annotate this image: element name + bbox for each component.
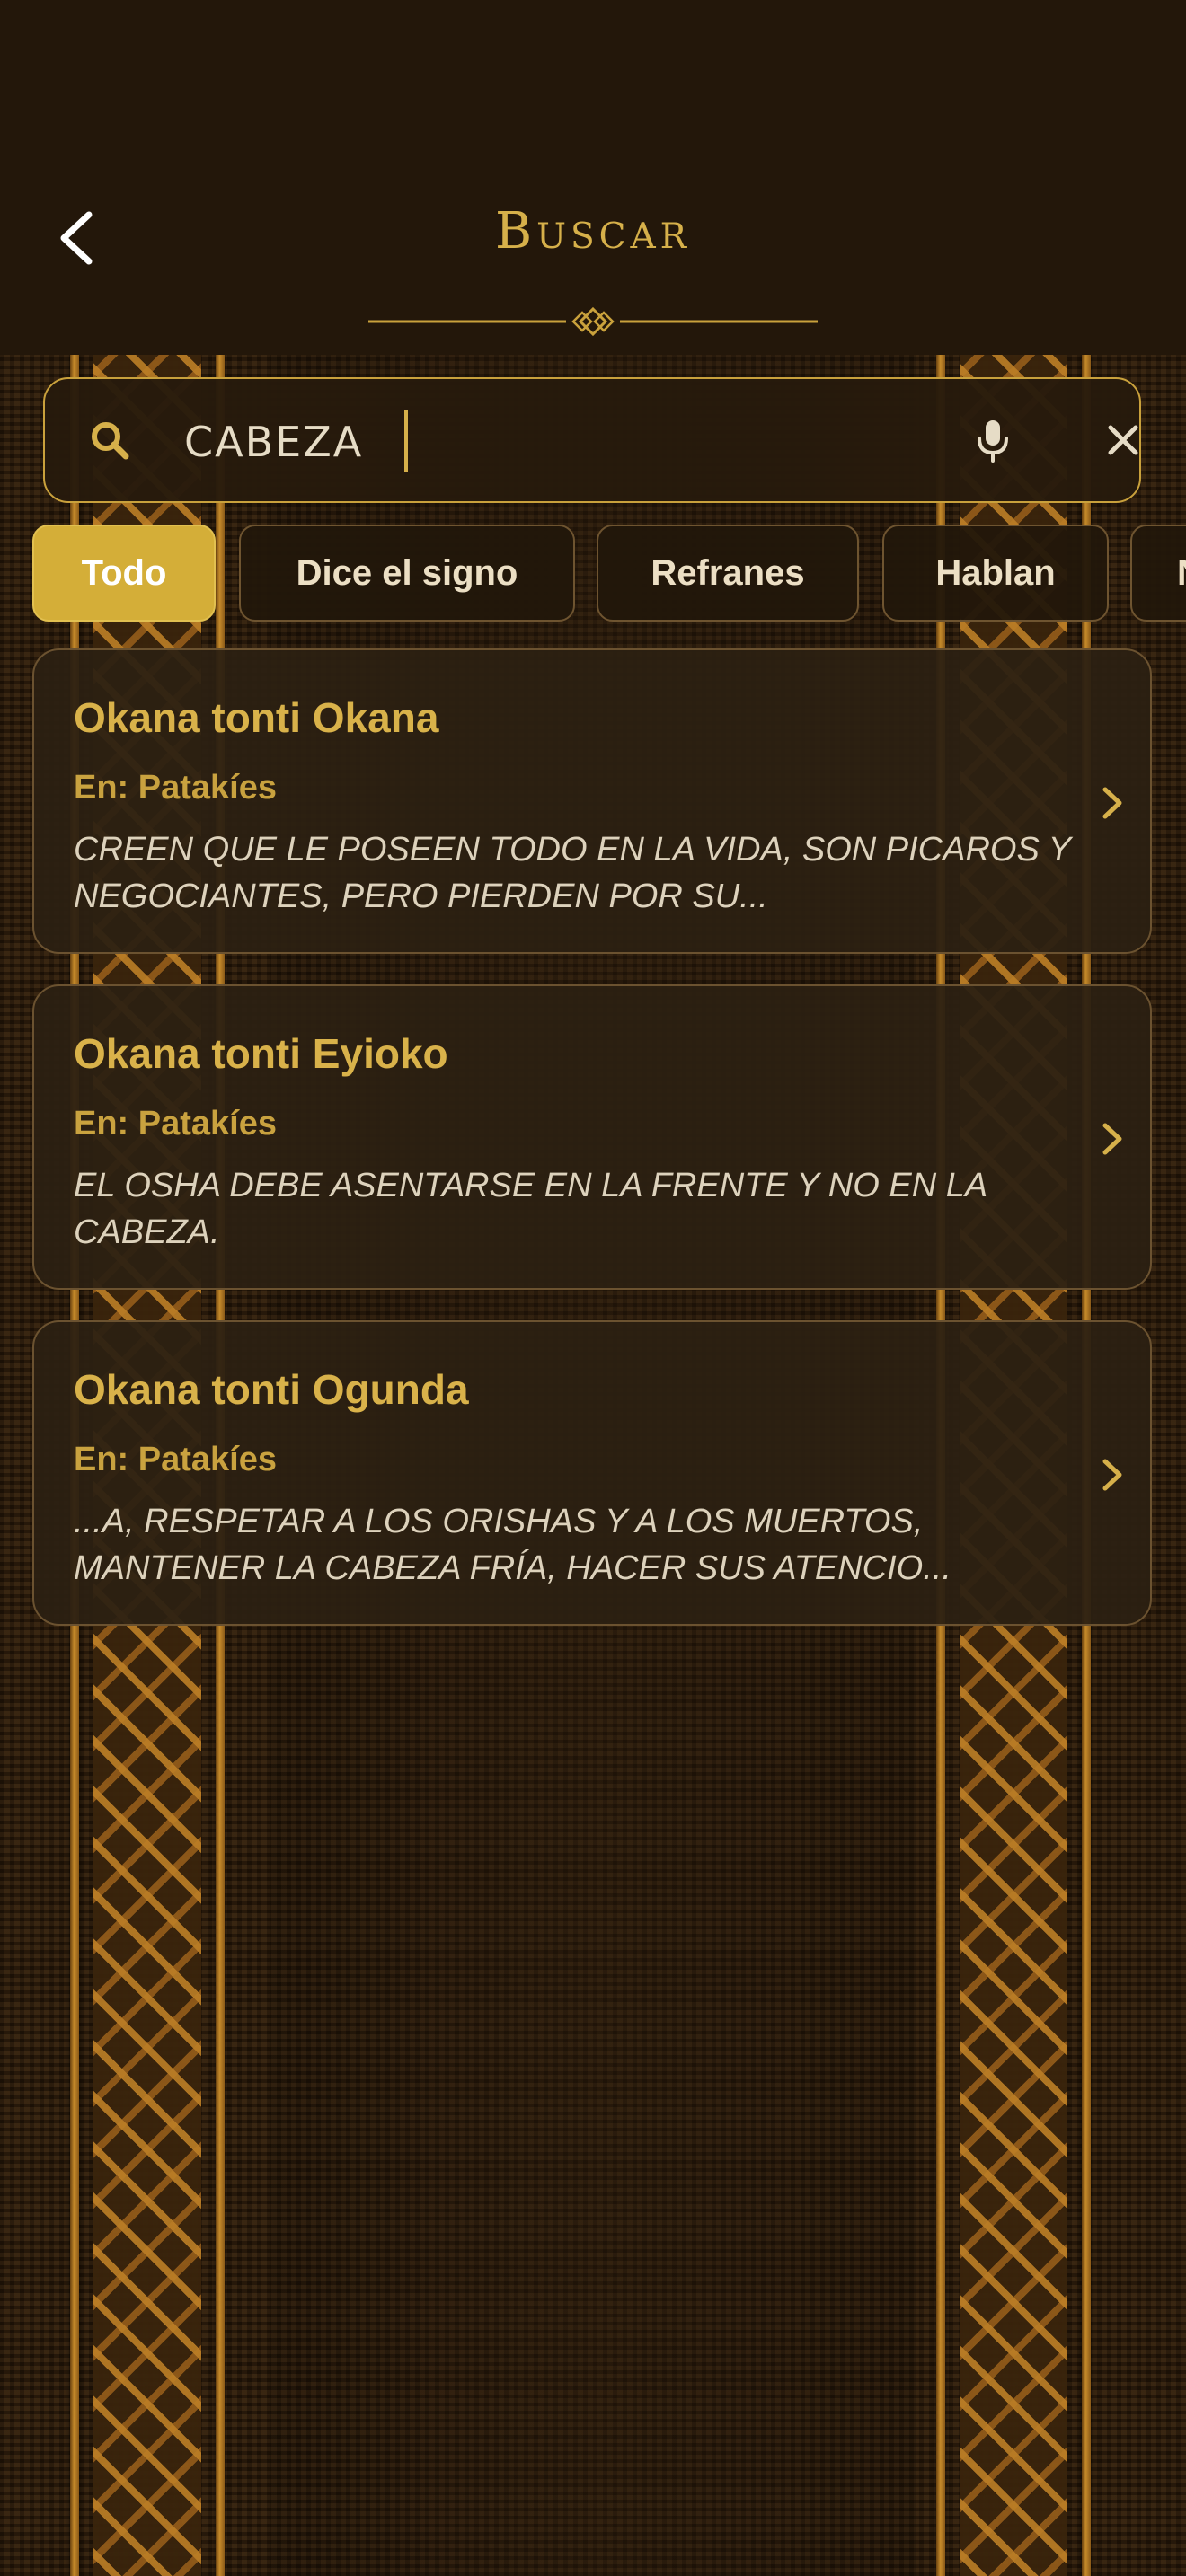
filter-chip-refranes[interactable]: Refranes	[597, 525, 859, 622]
filter-chip-label: Hablan	[935, 552, 1056, 593]
result-card[interactable]: Okana tonti Ogunda En: Patakíes ...a, re…	[32, 1320, 1152, 1626]
filter-chip-dice-el-signo[interactable]: Dice el signo	[239, 525, 575, 622]
microphone-icon[interactable]	[966, 413, 1020, 467]
page-title: Buscar	[494, 202, 692, 260]
filter-chip-label: Refranes	[651, 552, 805, 593]
result-source: En: Patakíes	[74, 769, 277, 807]
header-bar: Buscar	[0, 0, 1186, 355]
result-snippet: Creen que le poseen todo en la vida, son…	[74, 831, 1071, 915]
close-icon[interactable]	[1096, 413, 1150, 467]
result-source: En: Patakíes	[74, 1441, 277, 1478]
text-caret	[404, 410, 408, 472]
filter-chip-label: Todo	[81, 552, 167, 593]
filter-chip-label: Dice el signo	[296, 552, 518, 593]
search-input[interactable]	[184, 404, 921, 480]
result-card[interactable]: Okana tonti Okana En: Patakíes Creen que…	[32, 648, 1152, 954]
result-snippet: ...a, respetar a los orishas y a los mue…	[74, 1503, 951, 1587]
divider-ornament-icon	[368, 306, 818, 337]
filter-chip-label: N	[1177, 553, 1186, 594]
result-snippet: El osha debe asentarse en la frente y no…	[74, 1167, 987, 1251]
filter-chip-row: Todo Dice el signo Refranes Hablan N	[32, 525, 1186, 625]
chevron-right-icon	[1102, 1123, 1122, 1155]
result-source: En: Patakíes	[74, 1105, 277, 1142]
result-title: Okana tonti Eyioko	[74, 1030, 448, 1077]
result-title: Okana tonti Ogunda	[74, 1366, 469, 1413]
chevron-right-icon	[1102, 787, 1122, 819]
search-bar[interactable]	[43, 377, 1141, 503]
result-card[interactable]: Okana tonti Eyioko En: Patakíes El osha …	[32, 984, 1152, 1290]
search-icon	[92, 422, 129, 460]
filter-chip-todo[interactable]: Todo	[32, 525, 216, 622]
chevron-right-icon	[1102, 1459, 1122, 1491]
filter-chip-hablan[interactable]: Hablan	[882, 525, 1109, 622]
result-title: Okana tonti Okana	[74, 694, 439, 741]
filter-chip-more[interactable]: N	[1130, 525, 1186, 622]
